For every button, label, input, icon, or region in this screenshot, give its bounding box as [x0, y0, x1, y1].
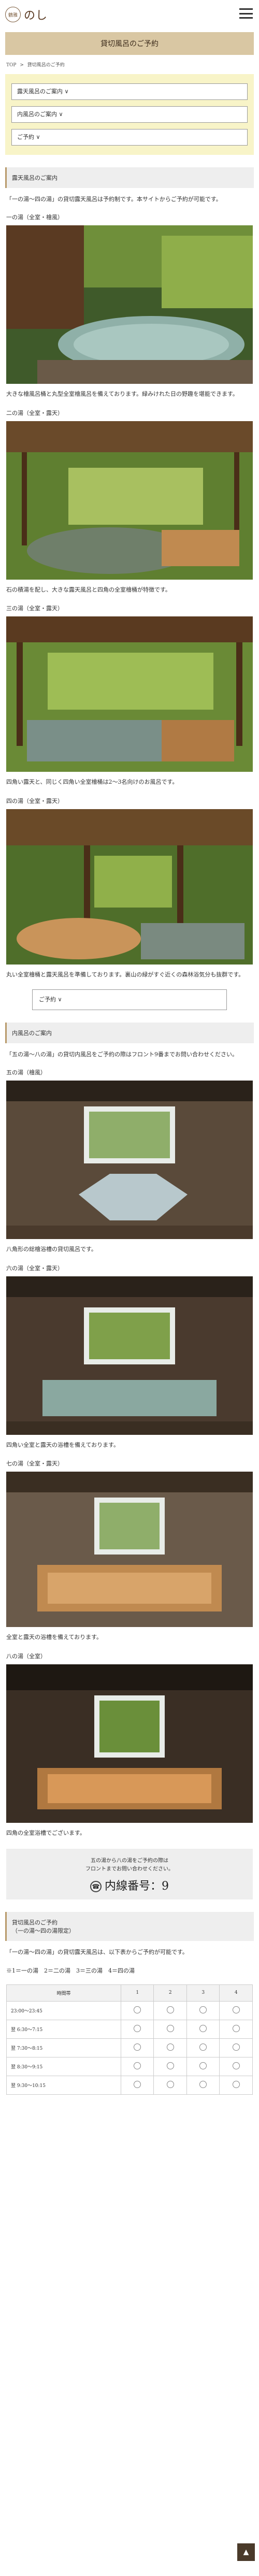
slot-available-icon[interactable]: [134, 2080, 141, 2088]
col-header-1: 1: [120, 1984, 154, 2002]
bath-photo-1: [6, 225, 253, 384]
bath-caption-4: 丸い全室檜桶と露天風呂を準備しております。裏山の緑がすぐ近くの森林浴気分も抜群で…: [6, 971, 244, 978]
slot-available-icon[interactable]: [199, 2006, 207, 2013]
bath-name-7: 七の湯（全室・露天）: [6, 1460, 63, 1467]
bath-photo-3: [6, 616, 253, 772]
reservation-table: 時間帯 1 2 3 4 23:00～23:45 翌 6:30～7:15 翌 7:…: [6, 1984, 253, 2095]
bath-photo-6: [6, 1276, 253, 1435]
breadcrumb-current: 貸切風呂のご予約: [27, 63, 65, 68]
bath-photo-2: [6, 421, 253, 580]
table-row: 翌 6:30～7:15: [6, 2019, 253, 2039]
schedule-note: 「一の湯～四の湯」の貸切露天風呂は、以下表からご予約が可能です。: [6, 1948, 188, 1955]
page-top-button[interactable]: ▲: [237, 2543, 255, 2561]
menu-indoor-bath[interactable]: 内風呂のご案内 ∨: [11, 106, 248, 123]
slot-available-icon[interactable]: [166, 2006, 174, 2013]
time-slot: 翌 9:30～10:15: [6, 2075, 121, 2095]
table-row: 翌 7:30～8:15: [6, 2038, 253, 2057]
outdoor-intro: 「一の湯～四の湯」の貸切露天風呂は予約制です。本サイトからご予約が可能です。: [6, 196, 222, 203]
menu-reservation[interactable]: ご予約 ∨: [11, 129, 248, 146]
logo-text: のし: [24, 9, 48, 22]
slot-available-icon[interactable]: [134, 2006, 141, 2013]
slot-available-icon[interactable]: [199, 2062, 207, 2069]
bath-caption-8: 四角の全室浴槽でございます。: [6, 1830, 85, 1837]
time-slot: 翌 8:30～9:15: [6, 2056, 121, 2076]
reserve-dropdown-button[interactable]: ご予約 ∨: [32, 989, 227, 1010]
schedule-legend: ※1＝一の湯 2＝二の湯 3＝三の湯 4＝四の湯: [6, 1967, 135, 1974]
anchor-menu: 露天風呂のご案内 ∨ 内風呂のご案内 ∨ ご予約 ∨: [5, 74, 254, 155]
time-slot: 23:00～23:45: [6, 2001, 121, 2020]
bath-caption-7: 全室と露天の浴槽を備えております。: [6, 1634, 103, 1641]
bath-caption-3: 四角い露天と、同じく四角い全室檜桶は2～3名向けのお風呂です。: [6, 779, 178, 786]
col-header-3: 3: [186, 1984, 220, 2002]
col-header-4: 4: [219, 1984, 253, 2002]
page-title: 貸切風呂のご予約: [5, 32, 254, 55]
schedule-heading-line-1: 貸切風呂のご予約: [12, 1919, 57, 1926]
slot-available-icon[interactable]: [166, 2024, 174, 2032]
schedule-heading-line-2: （一の湯～四の湯限定）: [12, 1927, 75, 1934]
bath-photo-5: [6, 1080, 253, 1239]
contact-line-2: フロントまでお問い合わせください。: [85, 1866, 174, 1872]
time-slot: 翌 7:30～8:15: [6, 2038, 121, 2057]
table-row: 翌 9:30～10:15: [6, 2075, 253, 2095]
phone-number: 内線番号：9: [105, 1879, 169, 1893]
hamburger-icon[interactable]: [239, 8, 253, 19]
bath-caption-1: 大きな檜風呂桶と丸型全室檜風呂を備えております。緑みけれた日の野趣を堪能できます…: [6, 390, 238, 397]
slot-available-icon[interactable]: [199, 2080, 207, 2088]
breadcrumb-top-link[interactable]: TOP: [6, 63, 16, 68]
bath-name-2: 二の湯（全室・露天）: [6, 409, 63, 416]
phone-extension: ☎ 内線番号：9: [6, 1877, 253, 1893]
schedule-section-heading: 貸切風呂のご予約 （一の湯～四の湯限定）: [5, 1911, 254, 1941]
indoor-intro: 「五の湯～八の湯」の貸切内風呂をご予約の際はフロント9番までお問い合わせください…: [6, 1050, 238, 1058]
slot-available-icon[interactable]: [232, 2062, 240, 2069]
page: 鶴雅 のし 貸切風呂のご予約 TOP > 貸切風呂のご予約 露天風呂のご案内 ∨…: [0, 0, 259, 2576]
slot-available-icon[interactable]: [134, 2043, 141, 2051]
site-header: 鶴雅 のし: [0, 0, 259, 32]
slot-available-icon[interactable]: [232, 2043, 240, 2051]
slot-available-icon[interactable]: [199, 2024, 207, 2032]
logo-mark: 鶴雅: [5, 7, 21, 22]
contact-line-1: 五の湯から八の湯をご予約の際は: [91, 1858, 168, 1864]
bath-photo-4: [6, 809, 253, 965]
bath-photo-8: [6, 1664, 253, 1823]
slot-available-icon[interactable]: [232, 2024, 240, 2032]
slot-available-icon[interactable]: [166, 2043, 174, 2051]
bath-name-8: 八の湯（全室）: [6, 1653, 46, 1660]
bath-caption-6: 四角い全室と露天の浴槽を備えております。: [6, 1441, 120, 1448]
bath-caption-2: 石の積湯を配し、大きな露天風呂と四角の全室檜桶が特徴です。: [6, 586, 171, 593]
bath-name-3: 三の湯（全室・露天）: [6, 605, 63, 612]
outdoor-section-heading: 露天風呂のご案内: [5, 167, 254, 188]
bath-name-5: 五の湯（檜風）: [6, 1069, 46, 1076]
bath-photo-7: [6, 1472, 253, 1628]
bath-caption-5: 八角形の総檜浴槽の貸切風呂です。: [6, 1245, 97, 1253]
time-slot: 翌 6:30～7:15: [6, 2019, 121, 2039]
indoor-contact-box: 五の湯から八の湯をご予約の際は フロントまでお問い合わせください。 ☎ 内線番号：…: [6, 1848, 253, 1899]
slot-available-icon[interactable]: [166, 2080, 174, 2088]
menu-outdoor-bath[interactable]: 露天風呂のご案内 ∨: [11, 83, 248, 100]
breadcrumb-separator: >: [20, 63, 24, 68]
slot-available-icon[interactable]: [166, 2062, 174, 2069]
bath-name-4: 四の湯（全室・露天）: [6, 798, 63, 805]
slot-available-icon[interactable]: [134, 2024, 141, 2032]
col-header-time: 時間帯: [6, 1984, 121, 2002]
table-row: 翌 8:30～9:15: [6, 2056, 253, 2076]
bath-name-6: 六の湯（全室・露天）: [6, 1264, 63, 1272]
slot-available-icon[interactable]: [134, 2062, 141, 2069]
slot-available-icon[interactable]: [199, 2043, 207, 2051]
breadcrumb: TOP > 貸切風呂のご予約: [0, 55, 259, 74]
logo[interactable]: 鶴雅 のし: [5, 6, 48, 23]
table-row: 23:00～23:45: [6, 2001, 253, 2020]
phone-icon: ☎: [90, 1880, 102, 1892]
col-header-2: 2: [153, 1984, 187, 2002]
slot-available-icon[interactable]: [232, 2080, 240, 2088]
bath-name-1: 一の湯（全室・檜風）: [6, 213, 63, 221]
indoor-section-heading: 内風呂のご案内: [5, 1022, 254, 1043]
slot-available-icon[interactable]: [232, 2006, 240, 2013]
